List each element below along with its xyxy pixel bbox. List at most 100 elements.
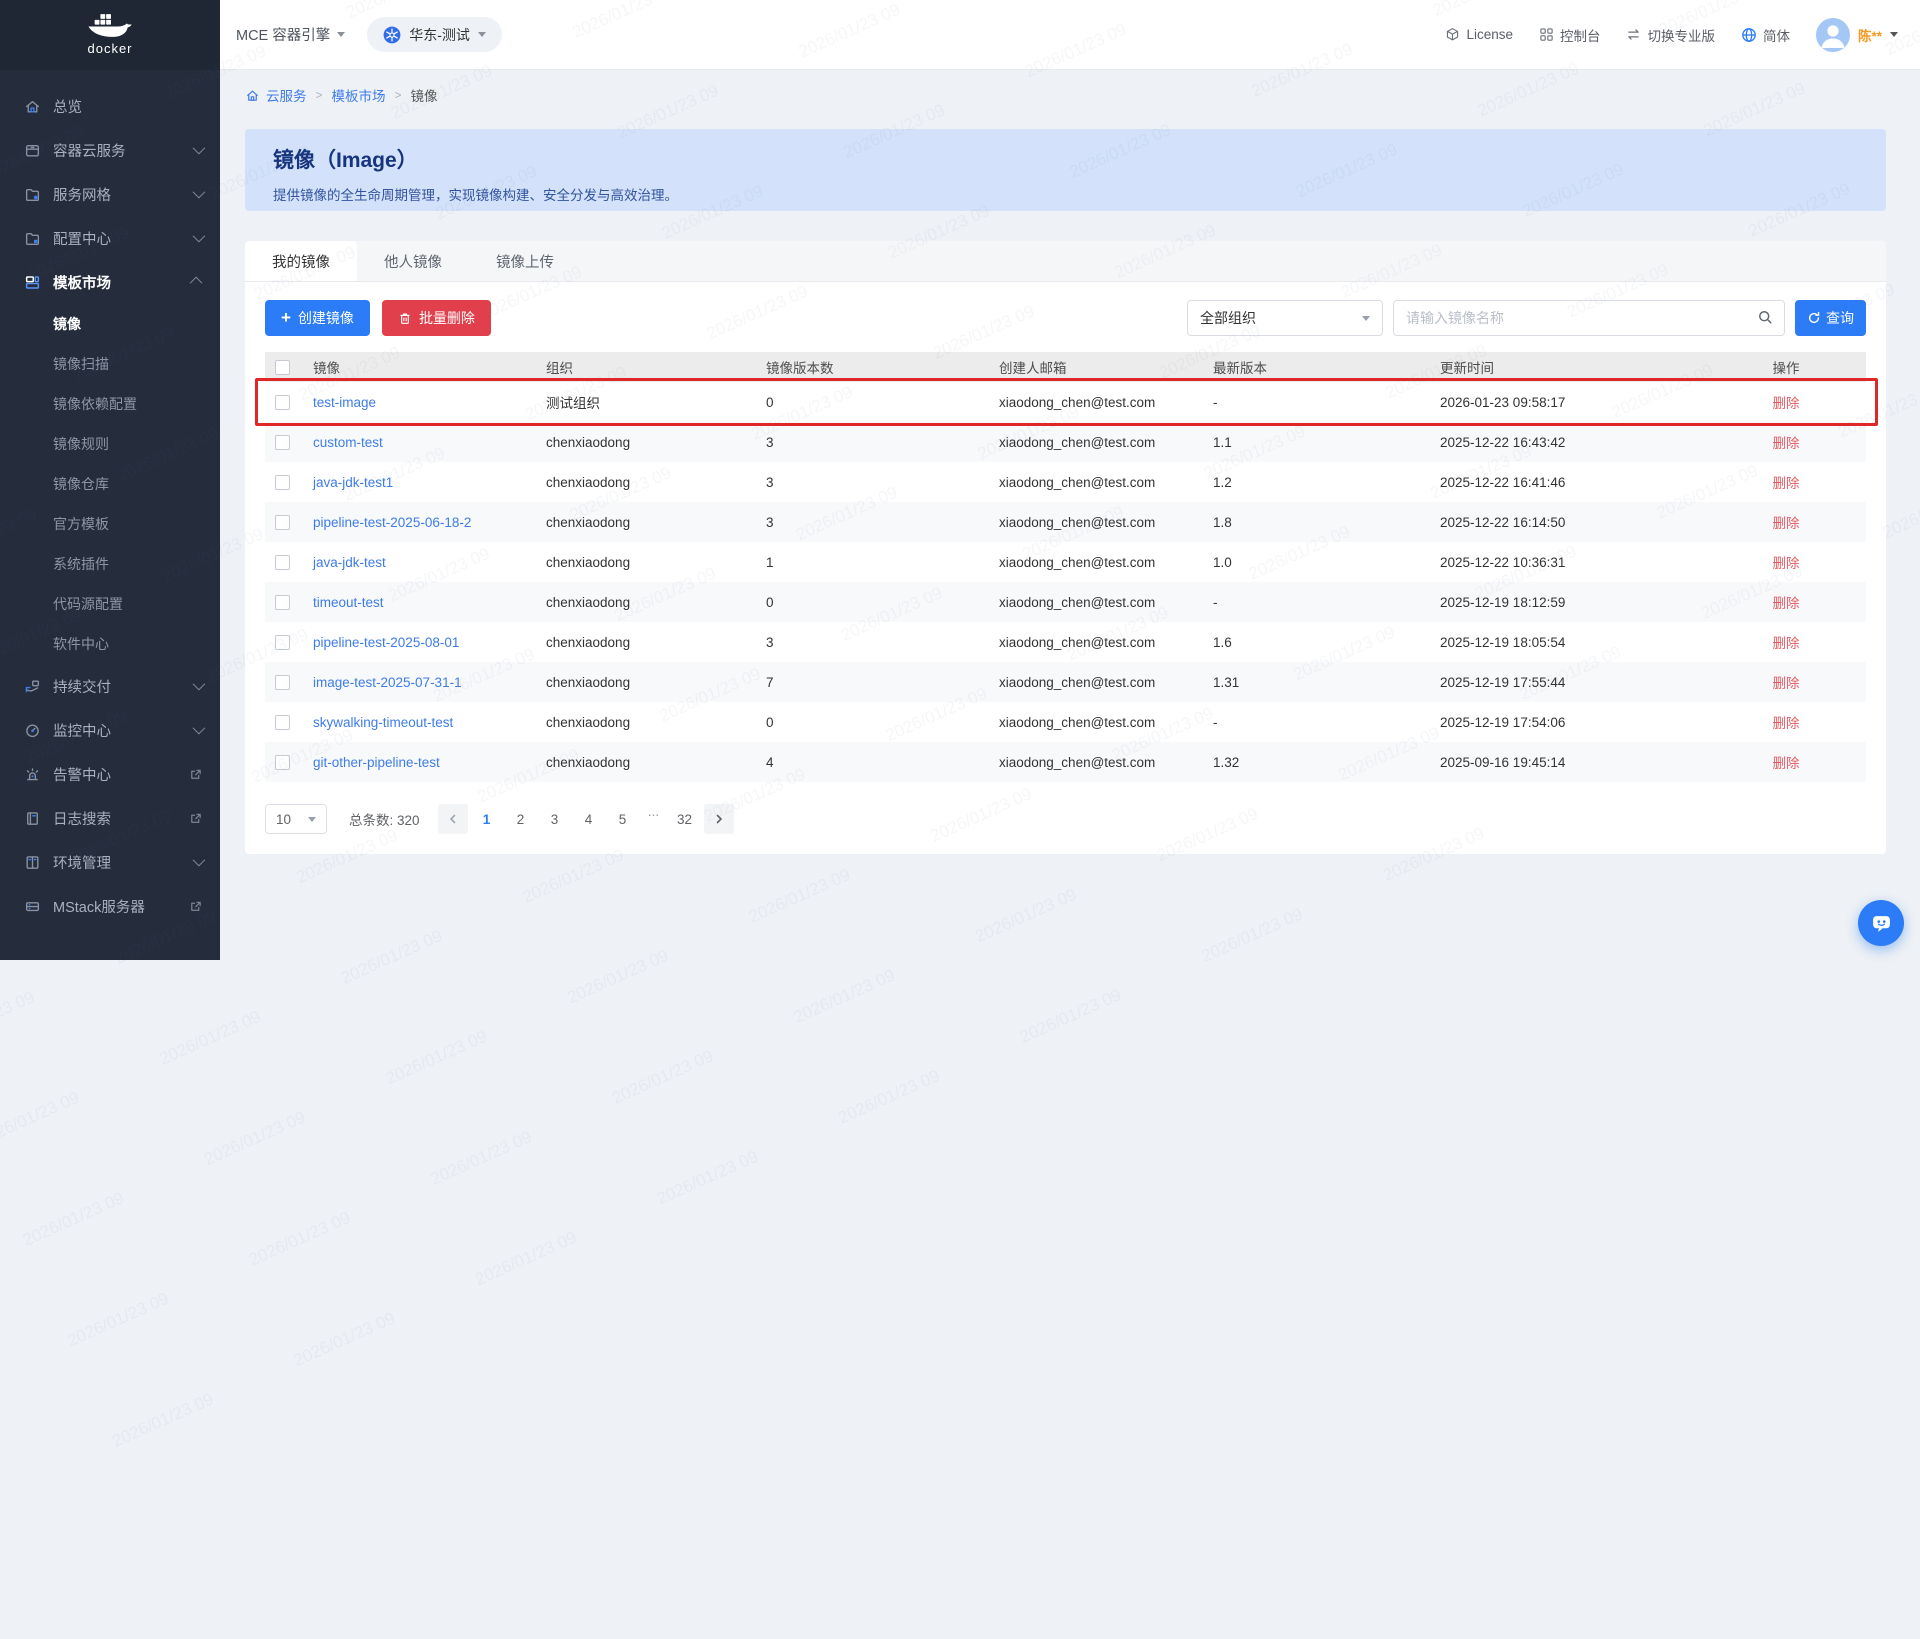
sidebar-item-env-manage[interactable]: 环境管理: [0, 840, 220, 884]
image-name-link[interactable]: test-image: [313, 395, 376, 410]
console-link[interactable]: 控制台: [1539, 25, 1601, 45]
batch-delete-button[interactable]: 批量删除: [382, 300, 491, 336]
search-input[interactable]: [1393, 300, 1785, 336]
sidebar-subitem[interactable]: 镜像: [0, 304, 220, 344]
row-checkbox[interactable]: [275, 595, 290, 610]
next-page-button[interactable]: [704, 804, 734, 834]
delete-link[interactable]: 删除: [1773, 396, 1800, 411]
delete-link[interactable]: 删除: [1773, 556, 1800, 571]
delete-link[interactable]: 删除: [1773, 516, 1800, 531]
latest-version-cell: -: [1211, 382, 1438, 422]
sidebar-subitem[interactable]: 系统插件: [0, 544, 220, 584]
sidebar-item-mstack-server[interactable]: MStack服务器: [0, 884, 220, 928]
delete-link[interactable]: 删除: [1773, 716, 1800, 731]
tab-0[interactable]: 我的镜像: [245, 241, 357, 281]
image-name-link[interactable]: java-jdk-test: [313, 555, 386, 570]
image-table: 镜像 组织 镜像版本数 创建人邮箱 最新版本 更新时间 操作 test-imag…: [265, 352, 1866, 782]
search-icon[interactable]: [1757, 309, 1774, 326]
sidebar-item-template-market[interactable]: 模板市场: [0, 260, 220, 304]
user-menu[interactable]: 陈**: [1816, 18, 1898, 52]
row-checkbox[interactable]: [275, 515, 290, 530]
version-count-cell: 0: [764, 582, 997, 622]
docker-logo-text: docker: [87, 41, 132, 56]
updated-time-cell: 2025-09-16 19:45:14: [1438, 742, 1706, 782]
sidebar-subitem[interactable]: 镜像扫描: [0, 344, 220, 384]
sidebar-subitem[interactable]: 镜像依赖配置: [0, 384, 220, 424]
latest-version-cell: 1.31: [1211, 662, 1438, 702]
breadcrumb-cloud-service[interactable]: 云服务: [245, 85, 307, 105]
switch-pro-link[interactable]: 切换专业版: [1626, 25, 1715, 45]
breadcrumb-separator: >: [395, 88, 402, 102]
image-name-link[interactable]: timeout-test: [313, 595, 384, 610]
creator-email-cell: xiaodong_chen@test.com: [997, 462, 1211, 502]
org-cell: chenxiaodong: [544, 582, 764, 622]
sidebar-item-log-search[interactable]: 日志搜索: [0, 796, 220, 840]
query-button[interactable]: 查询: [1795, 300, 1866, 336]
row-checkbox[interactable]: [275, 635, 290, 650]
sidebar-item-continuous-delivery[interactable]: 持续交付: [0, 664, 220, 708]
image-name-link[interactable]: pipeline-test-2025-06-18-2: [313, 515, 471, 530]
cluster-switcher[interactable]: 华东-测试: [367, 17, 502, 52]
sidebar-subitem[interactable]: 官方模板: [0, 504, 220, 544]
page-size-select[interactable]: 10: [265, 804, 327, 834]
delete-link[interactable]: 删除: [1773, 676, 1800, 691]
config-icon: [24, 230, 41, 247]
sidebar-subitem[interactable]: 镜像规则: [0, 424, 220, 464]
create-image-button[interactable]: + 创建镜像: [265, 300, 370, 336]
image-name-link[interactable]: git-other-pipeline-test: [313, 755, 440, 770]
sidebar-subitem[interactable]: 镜像仓库: [0, 464, 220, 504]
sidebar-item-alert-center[interactable]: 告警中心: [0, 752, 220, 796]
delete-link[interactable]: 删除: [1773, 596, 1800, 611]
delete-link[interactable]: 删除: [1773, 476, 1800, 491]
product-switcher[interactable]: MCE 容器引擎: [236, 24, 345, 45]
tab-2[interactable]: 镜像上传: [469, 241, 581, 281]
sidebar-submenu-template-market: 镜像镜像扫描镜像依赖配置镜像规则镜像仓库官方模板系统插件代码源配置软件中心: [0, 304, 220, 664]
table-row: timeout-testchenxiaodong0xiaodong_chen@t…: [265, 582, 1866, 622]
prev-page-button[interactable]: [438, 804, 468, 834]
sidebar-item-overview[interactable]: 总览: [0, 84, 220, 128]
chat-support-button[interactable]: [1858, 900, 1904, 946]
image-name-link[interactable]: skywalking-timeout-test: [313, 715, 453, 730]
sidebar-item-service-mesh[interactable]: 服务网格: [0, 172, 220, 216]
image-name-link[interactable]: custom-test: [313, 435, 383, 450]
row-checkbox[interactable]: [275, 715, 290, 730]
sidebar-item-container-cloud[interactable]: 容器云服务: [0, 128, 220, 172]
language-switcher[interactable]: 简体: [1741, 25, 1790, 45]
page-number-4[interactable]: 4: [574, 804, 604, 834]
version-count-cell: 7: [764, 662, 997, 702]
trash-icon: [398, 311, 412, 326]
row-checkbox[interactable]: [275, 435, 290, 450]
page-number-1[interactable]: 1: [472, 804, 502, 834]
latest-version-cell: 1.0: [1211, 542, 1438, 582]
page-number-32[interactable]: 32: [670, 804, 700, 834]
sidebar-subitem[interactable]: 代码源配置: [0, 584, 220, 624]
row-checkbox[interactable]: [275, 395, 290, 410]
page-subtitle: 提供镜像的全生命周期管理，实现镜像构建、安全分发与高效治理。: [273, 184, 1858, 204]
row-checkbox[interactable]: [275, 675, 290, 690]
row-checkbox[interactable]: [275, 475, 290, 490]
select-all-checkbox[interactable]: [275, 360, 290, 375]
breadcrumb-template-market[interactable]: 模板市场: [332, 85, 386, 105]
org-cell: chenxiaodong: [544, 702, 764, 742]
docker-logo[interactable]: docker: [0, 0, 220, 70]
org-cell: chenxiaodong: [544, 542, 764, 582]
row-checkbox[interactable]: [275, 555, 290, 570]
sidebar-item-config-center[interactable]: 配置中心: [0, 216, 220, 260]
row-checkbox[interactable]: [275, 755, 290, 770]
delete-link[interactable]: 删除: [1773, 636, 1800, 651]
sidebar-item-monitor-center[interactable]: 监控中心: [0, 708, 220, 752]
org-filter-select[interactable]: 全部组织: [1187, 300, 1383, 336]
page-number-3[interactable]: 3: [540, 804, 570, 834]
globe-icon: [1741, 27, 1757, 43]
sidebar-subitem[interactable]: 软件中心: [0, 624, 220, 664]
page-number-2[interactable]: 2: [506, 804, 536, 834]
page-number-5[interactable]: 5: [608, 804, 638, 834]
image-name-link[interactable]: pipeline-test-2025-08-01: [313, 635, 459, 650]
tab-1[interactable]: 他人镜像: [357, 241, 469, 281]
delete-link[interactable]: 删除: [1773, 756, 1800, 771]
image-name-link[interactable]: java-jdk-test1: [313, 475, 393, 490]
image-name-link[interactable]: image-test-2025-07-31-1: [313, 675, 462, 690]
delete-link[interactable]: 删除: [1773, 436, 1800, 451]
kubernetes-icon: [383, 26, 401, 44]
license-link[interactable]: License: [1445, 27, 1513, 42]
